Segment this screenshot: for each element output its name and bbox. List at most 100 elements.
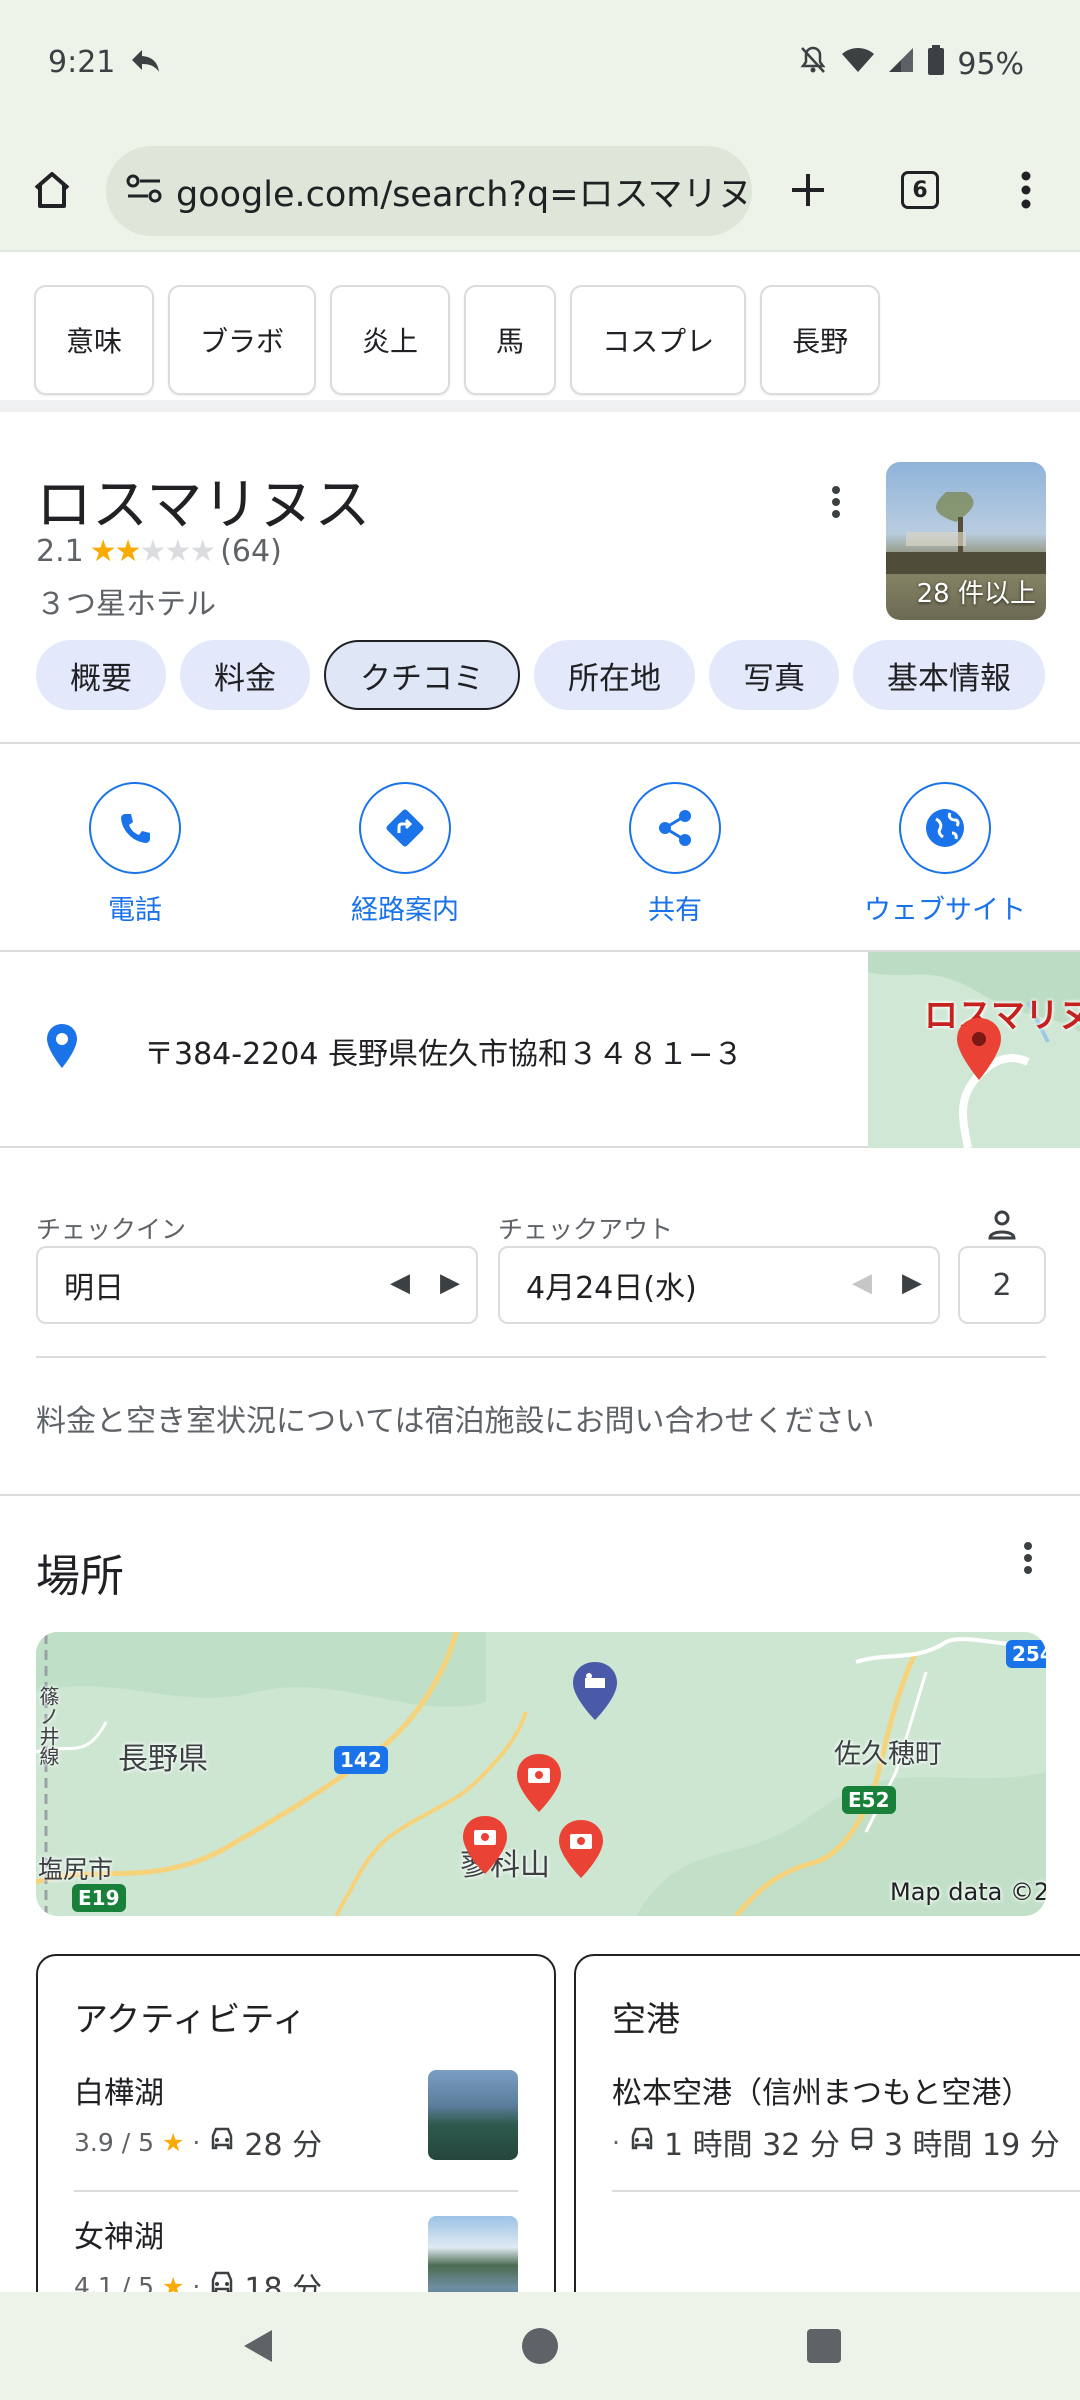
activity-name: 女神湖 — [74, 2220, 164, 2255]
road-shield: E19 — [72, 1884, 126, 1912]
activities-title: アクティビティ — [74, 2000, 307, 2040]
tab-location[interactable]: 所在地 — [534, 640, 695, 710]
call-label: 電話 — [108, 895, 162, 926]
website-label: ウェブサイト — [864, 895, 1026, 926]
map-attribution: Map data ©2024 — [890, 1878, 1046, 1906]
prev-date-icon[interactable]: ◀ — [852, 1268, 872, 1298]
status-bar: 9:21 95% — [0, 0, 1080, 130]
hotel-panel: ロスマリヌス 2.1 ★★★★★ (64) ３つ星ホテル 28 件以上 概要 料… — [0, 424, 1080, 744]
bell-off-icon — [797, 44, 829, 84]
photo-count: 28 件以上 — [916, 579, 1036, 609]
battery-icon — [927, 45, 945, 83]
camera-marker-icon[interactable] — [514, 1752, 564, 1814]
location-heading: 場所 — [36, 1551, 124, 1602]
website-button[interactable]: ウェブサイト — [830, 782, 1060, 927]
hotel-tabs: 概要 料金 クチコミ 所在地 写真 基本情報 — [36, 640, 1045, 710]
divider — [74, 2190, 518, 2192]
address-text: 〒384-2204 長野県佐久市協和３４８１−３ — [144, 1037, 744, 1072]
hotel-rating[interactable]: 2.1 ★★★★★ (64) — [36, 534, 282, 569]
more-options-icon[interactable] — [1022, 1540, 1034, 1580]
checkout-value: 4月24日(水) — [526, 1271, 697, 1306]
map-marker-icon — [957, 1018, 1001, 1080]
directions-label: 経路案内 — [351, 895, 459, 926]
related-chip[interactable]: 炎上 — [330, 285, 451, 395]
location-pin-icon — [44, 1022, 80, 1074]
url-bar[interactable]: google.com/search?q=ロスマリヌス — [106, 146, 752, 236]
prev-date-icon[interactable]: ◀ — [390, 1268, 410, 1298]
tab-photos[interactable]: 写真 — [709, 640, 839, 710]
wifi-icon — [841, 46, 875, 82]
tab-reviews[interactable]: クチコミ — [324, 640, 520, 710]
car-icon — [628, 2126, 656, 2158]
more-icon[interactable] — [996, 160, 1056, 220]
activity-time: 28 分 — [244, 2128, 323, 2163]
car-icon — [208, 2126, 236, 2158]
share-label: 共有 — [648, 895, 702, 926]
related-chip[interactable]: 馬 — [464, 285, 557, 395]
tab-overview[interactable]: 概要 — [36, 640, 166, 710]
hotel-marker-icon[interactable] — [570, 1660, 620, 1722]
person-icon — [986, 1210, 1018, 1244]
availability-note: 料金と空き室状況については宿泊施設にお問い合わせください — [36, 1404, 875, 1439]
address-row[interactable]: 〒384-2204 長野県佐久市協和３４８１−３ ロスマリヌ — [0, 952, 1080, 1148]
activity-name: 白樺湖 — [74, 2076, 164, 2111]
related-chip[interactable]: 意味 — [34, 285, 155, 395]
airport-title: 空港 — [612, 2000, 680, 2040]
checkout-label: チェックアウト — [498, 1215, 674, 1244]
address-mini-map[interactable]: ロスマリヌ — [868, 952, 1080, 1148]
home-nav-icon[interactable] — [520, 2326, 560, 2366]
home-icon[interactable] — [22, 160, 82, 220]
airport-name: 松本空港（信州まつもと空港） — [612, 2076, 1032, 2111]
related-searches: 意味 ブラボ 炎上 馬 コスプレ 長野 — [0, 252, 1080, 412]
checkout-field[interactable]: 4月24日(水) ◀ ▶ — [498, 1246, 940, 1324]
status-time: 9:21 — [48, 45, 116, 80]
map-label-rail: 篠ノ井線 — [36, 1686, 60, 1766]
review-count: (64) — [220, 534, 282, 569]
new-tab-icon[interactable] — [778, 160, 838, 220]
share-button[interactable]: 共有 — [560, 782, 790, 927]
airport-travel-times: · 1 時間 32 分 3 時間 19 分 — [612, 2120, 1060, 2164]
map-label-prefecture: 長野県 — [118, 1742, 208, 1777]
browser-toolbar: google.com/search?q=ロスマリヌス 6 — [0, 130, 1080, 252]
next-date-icon[interactable]: ▶ — [902, 1268, 922, 1298]
camera-marker-icon[interactable] — [556, 1818, 606, 1880]
tab-about[interactable]: 基本情報 — [853, 640, 1045, 710]
site-settings-icon[interactable] — [126, 174, 162, 208]
checkin-field[interactable]: 明日 ◀ ▶ — [36, 1246, 478, 1324]
hotel-photo[interactable]: 28 件以上 — [886, 462, 1046, 620]
recents-icon[interactable] — [806, 2328, 842, 2364]
divider — [612, 2190, 1080, 2192]
directions-icon — [359, 782, 451, 874]
more-options-icon[interactable] — [830, 484, 842, 524]
star-rating-icon: ★★★★★ — [89, 534, 216, 569]
location-map[interactable]: 長野県 佐久穂町 塩尻市 蓼科山 篠ノ井線 142 E52 E19 254 Ma… — [36, 1632, 1046, 1916]
map-label-town: 佐久穂町 — [834, 1739, 942, 1770]
airport-car-time: 1 時間 32 分 — [663, 2128, 840, 2163]
booking-panel: チェックイン 明日 ◀ ▶ チェックアウト 4月24日(水) ◀ ▶ 2 料金と… — [0, 1150, 1080, 1496]
system-nav-bar — [0, 2292, 1080, 2400]
road-shield: 142 — [334, 1746, 388, 1774]
call-button[interactable]: 電話 — [20, 782, 250, 927]
phone-icon — [89, 782, 181, 874]
checkin-value: 明日 — [64, 1271, 124, 1306]
hotel-name: ロスマリヌス — [36, 473, 371, 538]
road-shield: E52 — [842, 1786, 896, 1814]
signal-icon — [887, 46, 915, 82]
bus-icon — [848, 2126, 876, 2158]
map-label-city: 塩尻市 — [38, 1855, 114, 1884]
checkin-label: チェックイン — [36, 1215, 187, 1244]
directions-button[interactable]: 経路案内 — [290, 782, 520, 927]
related-chip[interactable]: コスプレ — [570, 285, 747, 395]
camera-marker-icon[interactable] — [460, 1814, 510, 1876]
next-date-icon[interactable]: ▶ — [440, 1268, 460, 1298]
back-icon[interactable] — [238, 2326, 278, 2366]
activity-meta: 3.9 / 5 ★ · 28 分 — [74, 2120, 322, 2164]
tab-prices[interactable]: 料金 — [180, 640, 310, 710]
divider — [36, 1356, 1046, 1358]
status-icons: 95% — [797, 44, 1024, 84]
guest-count-field[interactable]: 2 — [958, 1246, 1046, 1324]
related-chip[interactable]: ブラボ — [168, 285, 317, 395]
related-chip[interactable]: 長野 — [760, 285, 881, 395]
tab-switcher-button[interactable]: 6 — [890, 160, 950, 220]
reply-icon — [128, 46, 162, 80]
